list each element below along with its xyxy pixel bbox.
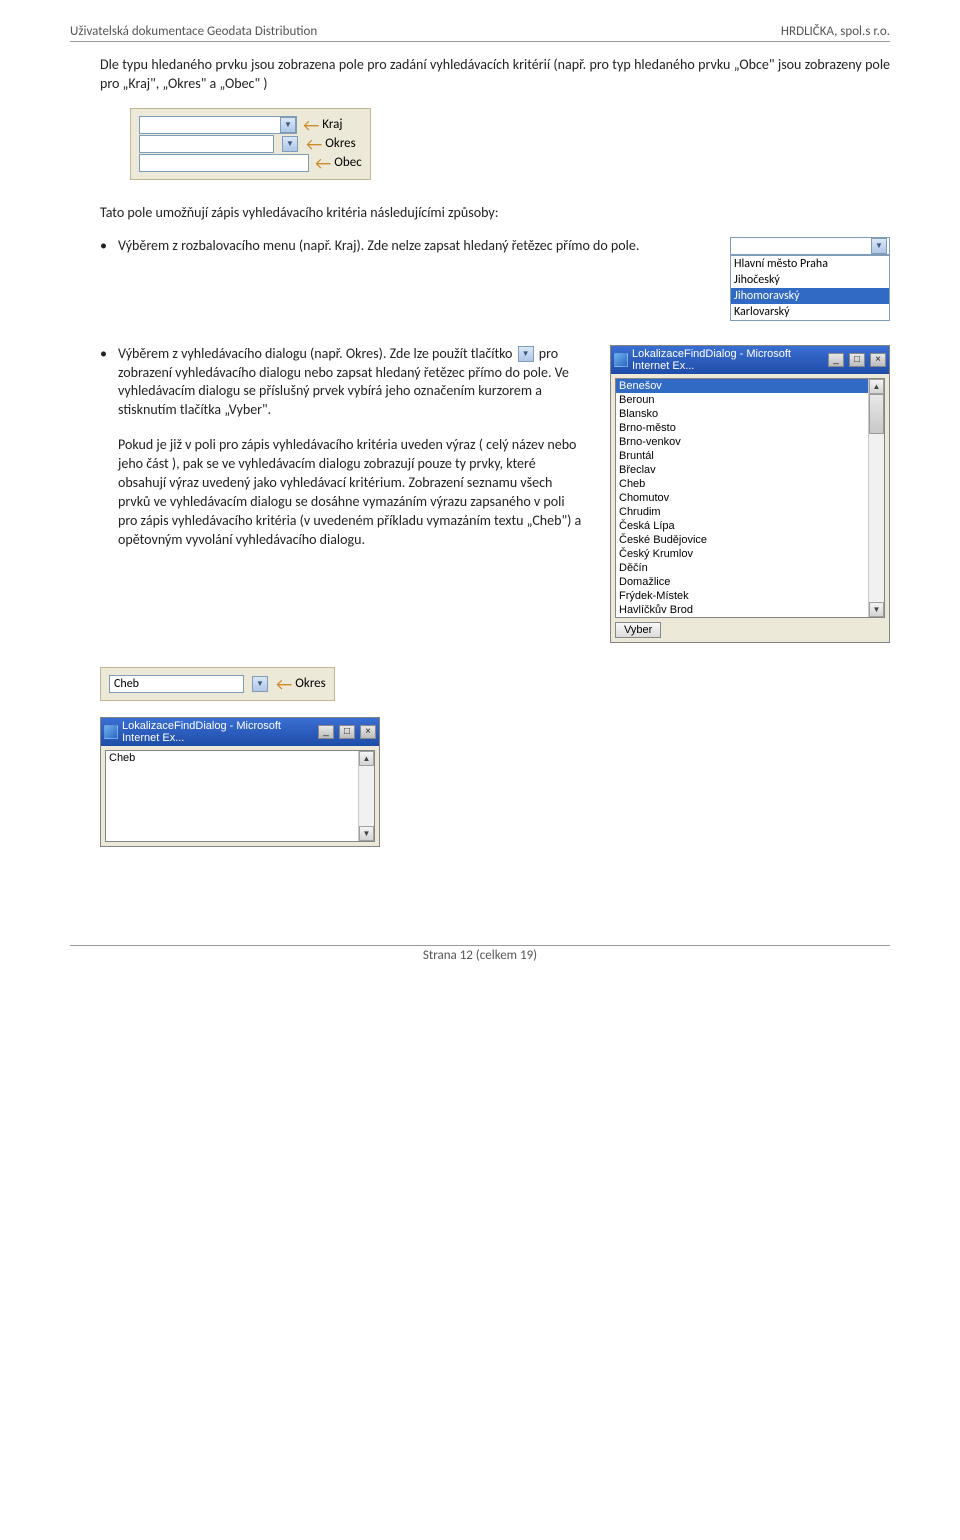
ie-icon [104, 725, 118, 739]
kraj-combo[interactable]: ▼ [139, 116, 297, 134]
list-item[interactable]: Jihomoravský [731, 288, 889, 304]
maximize-button[interactable]: □ [339, 725, 355, 739]
list-item[interactable]: Český Krumlov [616, 547, 868, 561]
scroll-up-icon[interactable]: ▲ [869, 379, 884, 394]
okres-label: Okres [325, 136, 355, 151]
okres-label: Okres [295, 676, 325, 691]
close-button[interactable]: × [870, 353, 886, 367]
para-intro: Dle typu hledaného prvku jsou zobrazena … [70, 56, 890, 94]
arrow-left-icon: ← [315, 156, 331, 170]
minimize-button[interactable]: _ [828, 353, 844, 367]
minimize-button[interactable]: _ [318, 725, 334, 739]
bullet-2: Výběrem z vyhledávacího dialogu (např. O… [70, 345, 584, 550]
list-item[interactable]: Česká Lípa [616, 519, 868, 533]
kraj-dropdown-screenshot: ▼ Hlavní město PrahaJihočeskýJihomoravsk… [730, 237, 890, 321]
scroll-down-icon[interactable]: ▼ [359, 826, 374, 841]
obec-label: Obec [334, 155, 361, 170]
header-right: HRDLIČKA, spol.s r.o. [781, 24, 890, 39]
cheb-field-screenshot: Cheb ▼ ←Okres [100, 667, 335, 701]
list-item[interactable]: Chomutov [616, 491, 868, 505]
dialog-titlebar[interactable]: LokalizaceFindDialog - Microsoft Interne… [101, 718, 379, 746]
chevron-down-icon[interactable]: ▼ [280, 117, 296, 133]
dialog-titlebar[interactable]: LokalizaceFindDialog - Microsoft Interne… [611, 346, 889, 374]
bullet-1: Výběrem z rozbalovacího menu (např. Kraj… [70, 237, 704, 256]
list-item[interactable]: Benešov [616, 379, 868, 393]
list-item[interactable]: Karlovarský [731, 304, 889, 320]
para-methods: Tato pole umožňují zápis vyhledávacího k… [70, 204, 890, 223]
dropdown-button-icon: ▼ [518, 346, 534, 362]
kraj-combo-open[interactable]: ▼ [730, 237, 890, 255]
arrow-left-icon: ← [276, 677, 292, 691]
scroll-up-icon[interactable]: ▲ [359, 751, 374, 766]
close-button[interactable]: × [360, 725, 376, 739]
scrollbar[interactable]: ▲ ▼ [868, 379, 884, 617]
list-item[interactable]: Hlavní město Praha [731, 256, 889, 272]
page-footer: Strana 12 (celkem 19) [70, 945, 890, 963]
scrollbar[interactable]: ▲ ▼ [358, 751, 374, 841]
find-dialog-filtered: LokalizaceFindDialog - Microsoft Interne… [100, 717, 380, 847]
chevron-down-icon[interactable]: ▼ [871, 238, 887, 254]
arrow-left-icon: ← [306, 137, 322, 151]
list-item[interactable]: Brno-venkov [616, 435, 868, 449]
list-item[interactable]: České Budějovice [616, 533, 868, 547]
header-left: Uživatelská dokumentace Geodata Distribu… [70, 24, 317, 39]
list-item[interactable]: Cheb [616, 477, 868, 491]
list-item[interactable]: Beroun [616, 393, 868, 407]
find-dialog: LokalizaceFindDialog - Microsoft Interne… [610, 345, 890, 643]
fields-screenshot: ▼ ←Kraj ▼ ←Okres ←Obec [130, 108, 371, 180]
dialog-listbox[interactable]: BenešovBerounBlanskoBrno-městoBrno-venko… [615, 378, 885, 618]
list-item[interactable]: Chrudim [616, 505, 868, 519]
list-item[interactable]: Jihočeský [731, 272, 889, 288]
vyber-button[interactable]: Vyber [615, 622, 661, 638]
okres-input-cheb[interactable]: Cheb [109, 675, 244, 693]
list-item[interactable]: Děčín [616, 561, 868, 575]
scroll-thumb[interactable] [869, 394, 884, 434]
arrow-left-icon: ← [303, 118, 319, 132]
okres-input[interactable] [139, 135, 274, 153]
list-item[interactable]: Cheb [106, 751, 358, 765]
ie-icon [614, 353, 628, 367]
list-item[interactable]: Blansko [616, 407, 868, 421]
scroll-down-icon[interactable]: ▼ [869, 602, 884, 617]
list-item[interactable]: Brno-město [616, 421, 868, 435]
okres-dropdown-button[interactable]: ▼ [282, 136, 298, 152]
okres-dropdown-button[interactable]: ▼ [252, 676, 268, 692]
list-item[interactable]: Frýdek-Místek [616, 589, 868, 603]
list-item[interactable]: Břeclav [616, 463, 868, 477]
kraj-label: Kraj [322, 117, 342, 132]
list-item[interactable]: Domažlice [616, 575, 868, 589]
obec-input[interactable] [139, 154, 309, 172]
dialog-listbox[interactable]: Cheb ▲ ▼ [105, 750, 375, 842]
dialog-title: LokalizaceFindDialog - Microsoft Interne… [632, 348, 823, 372]
maximize-button[interactable]: □ [849, 353, 865, 367]
kraj-listbox[interactable]: Hlavní město PrahaJihočeskýJihomoravskýK… [730, 255, 890, 321]
dialog-title: LokalizaceFindDialog - Microsoft Interne… [122, 720, 313, 744]
list-item[interactable]: Havlíčkův Brod [616, 603, 868, 617]
list-item[interactable]: Bruntál [616, 449, 868, 463]
